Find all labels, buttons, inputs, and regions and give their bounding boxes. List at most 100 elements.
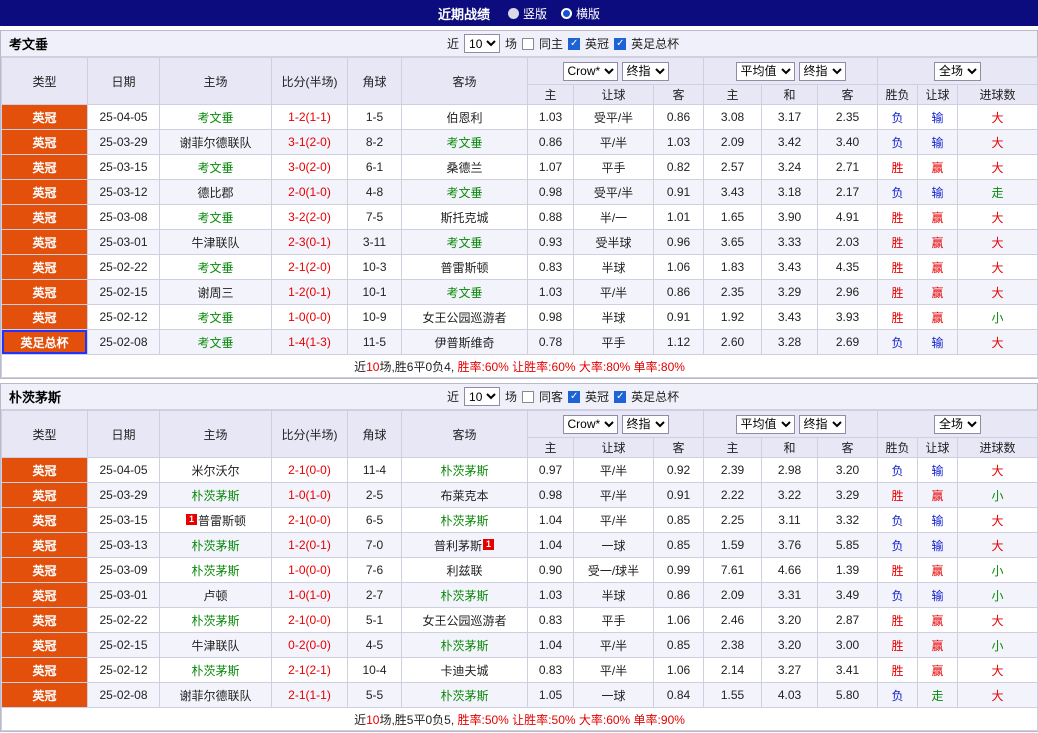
away-team-link[interactable]: 朴茨茅斯 [440,589,488,603]
league-cell: 英冠 [1,482,88,508]
odds-cell: 0.91 [653,179,704,205]
goals-result-cell: 大 [957,657,1038,683]
view-mode-radio[interactable]: 横版 [561,5,600,22]
home-team-link[interactable]: 普雷斯顿 [198,514,246,528]
league2-checkbox[interactable] [614,37,627,50]
odds-cell: 一球 [573,682,654,708]
match-count-select[interactable]: 10 [464,387,501,406]
home-team-link[interactable]: 谢菲尔德联队 [179,689,251,703]
odds-cell: 0.92 [653,457,704,483]
league2-label: 英足总杯 [631,390,680,404]
asian-final-select[interactable]: 终指 [621,414,669,434]
table-row: 英足总杯 25-02-08 考文垂 1-4(1-3) 11-5 伊普斯维奇 0.78 平手 1.… [1,329,1038,355]
home-team-link[interactable]: 谢周三 [197,286,233,300]
odds-company-select[interactable]: Crow* [562,414,618,434]
home-team-link[interactable]: 米尔沃尔 [191,464,239,478]
europe-final-select[interactable]: 终指 [798,61,846,81]
handicap-result-cell: 赢 [917,632,959,658]
asian-final-select[interactable]: 终指 [621,61,669,81]
goals-result-cell: 大 [957,682,1038,708]
home-team-link[interactable]: 卢顿 [203,589,227,603]
odds-cell: 1.07 [527,154,574,180]
odds-company-select[interactable]: Crow* [562,61,618,81]
europe-final-select[interactable]: 终指 [798,414,846,434]
home-team-link[interactable]: 考文垂 [197,311,233,325]
away-team-link[interactable]: 普利茅斯 [434,539,482,553]
league-cell: 英足总杯 [1,329,88,355]
home-team-link[interactable]: 考文垂 [197,111,233,125]
odds-cell: 0.93 [527,229,574,255]
away-team-link[interactable]: 女王公园巡游者 [422,311,506,325]
home-team-link[interactable]: 朴茨茅斯 [191,614,239,628]
home-team-link[interactable]: 朴茨茅斯 [191,539,239,553]
away-team-link[interactable]: 朴茨茅斯 [440,689,488,703]
result-cell: 胜 [877,657,919,683]
away-team-link[interactable]: 斯托克城 [440,211,488,225]
col-away-header: 客场 [401,57,528,105]
col-home-header: 主场 [159,57,272,105]
rows-body: 英冠 25-04-05 考文垂 1-2(1-1) 1-5 伯恩利 1.03 受平/半 0.86 3… [1,104,1038,355]
home-team-link[interactable]: 考文垂 [197,261,233,275]
odds-cell: 1.06 [653,254,704,280]
away-team-link[interactable]: 考文垂 [446,186,482,200]
home-team-link[interactable]: 牛津联队 [191,639,239,653]
date-cell: 25-03-15 [87,154,160,180]
away-team-link[interactable]: 朴茨茅斯 [440,464,488,478]
home-team-cell: 考文垂 [159,304,272,330]
home-team-link[interactable]: 考文垂 [197,336,233,350]
score-cell: 1-0(1-0) [271,582,348,608]
odds-cell: 0.91 [653,482,704,508]
away-team-link[interactable]: 女王公园巡游者 [422,614,506,628]
home-team-link[interactable]: 考文垂 [197,161,233,175]
away-team-cell: 朴茨茅斯 [401,632,528,658]
same-venue-checkbox[interactable] [522,37,535,50]
odds-cell: 1.39 [816,557,879,583]
away-team-link[interactable]: 考文垂 [446,236,482,250]
league2-checkbox[interactable] [614,390,627,403]
result-cell: 负 [877,329,919,355]
average-odds-select[interactable]: 平均值 [735,414,795,434]
away-team-link[interactable]: 朴茨茅斯 [440,639,488,653]
away-team-link[interactable]: 考文垂 [446,286,482,300]
odds-cell: 1.83 [703,254,762,280]
result-cell: 胜 [877,304,919,330]
league-cell: 英冠 [1,179,88,205]
away-team-link[interactable]: 卡迪夫城 [440,664,488,678]
date-cell: 25-02-08 [87,329,160,355]
odds-cell: 4.03 [761,682,818,708]
average-odds-select[interactable]: 平均值 [735,61,795,81]
away-team-link[interactable]: 普雷斯顿 [440,261,488,275]
odds-cell: 受半球 [573,229,654,255]
fulltime-header: 全场 [877,410,1038,438]
league1-checkbox[interactable] [568,37,581,50]
home-team-link[interactable]: 朴茨茅斯 [191,489,239,503]
home-team-link[interactable]: 朴茨茅斯 [191,564,239,578]
league1-checkbox[interactable] [568,390,581,403]
home-team-link[interactable]: 朴茨茅斯 [191,664,239,678]
away-team-link[interactable]: 桑德兰 [446,161,482,175]
away-team-link[interactable]: 伊普斯维奇 [434,336,494,350]
match-count-select[interactable]: 10 [464,34,501,53]
away-team-link[interactable]: 朴茨茅斯 [440,514,488,528]
home-team-cell: 卢顿 [159,582,272,608]
home-team-cell: 朴茨茅斯 [159,607,272,633]
away-team-link[interactable]: 伯恩利 [446,111,482,125]
away-team-link[interactable]: 利兹联 [446,564,482,578]
home-team-link[interactable]: 德比郡 [197,186,233,200]
odds-cell: 2.71 [816,154,879,180]
home-team-cell: 米尔沃尔 [159,457,272,483]
odds-cell: 1.06 [653,607,704,633]
fulltime-select[interactable]: 全场 [934,414,982,434]
corner-cell: 6-5 [347,507,402,533]
same-venue-checkbox[interactable] [522,390,535,403]
away-team-link[interactable]: 考文垂 [446,136,482,150]
same-venue-label: 同主 [539,37,564,51]
fulltime-select[interactable]: 全场 [934,61,982,81]
odds-cell: 平/半 [573,457,654,483]
home-team-link[interactable]: 谢菲尔德联队 [179,136,251,150]
view-mode-radio[interactable]: 竖版 [507,5,547,22]
away-team-link[interactable]: 布莱克本 [440,489,488,503]
home-team-link[interactable]: 牛津联队 [191,236,239,250]
away-team-cell: 考文垂 [401,179,528,205]
home-team-link[interactable]: 考文垂 [197,211,233,225]
